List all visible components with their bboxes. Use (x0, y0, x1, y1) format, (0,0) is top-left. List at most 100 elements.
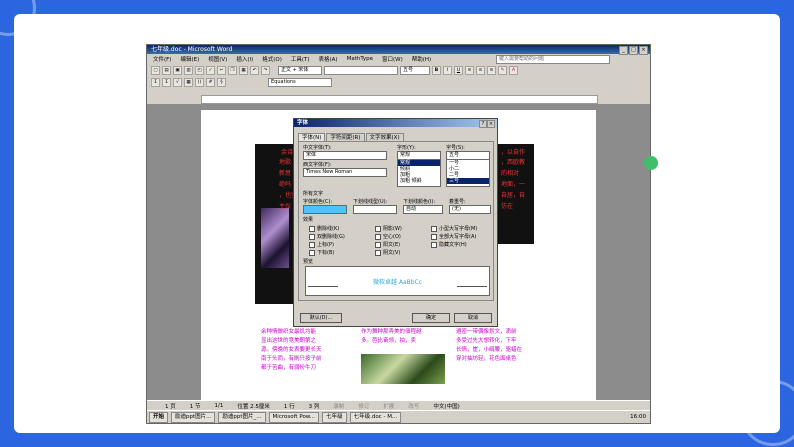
style-label: 字形(Y): (397, 145, 416, 151)
status-page: 1 页 (165, 404, 176, 410)
doc-red-text: 绝吗 (279, 181, 292, 188)
status-line: 1 行 (283, 404, 295, 410)
cn-font-select[interactable]: 宋体 (303, 151, 387, 160)
preview-baseline (308, 286, 338, 287)
taskbar: 开始 励迪ppt图片... 励迪ppt图片_... Microsoft Pow.… (147, 410, 650, 423)
doc-red-text: 余诗 (281, 149, 294, 156)
redo-icon[interactable]: ↷ (261, 66, 270, 75)
size-list[interactable]: 一号 小二 二号 三号 (446, 159, 490, 187)
sum-icon[interactable]: Σ (151, 78, 160, 87)
dialog-close-icon[interactable]: × (487, 120, 495, 128)
doc-red-text: 地面，一 (501, 181, 526, 188)
font-dialog: 字体 ? × 字体(N) 字符间距(R) 文字效果(X) 中文字体(T): 宋体… (293, 118, 498, 327)
highlight-icon[interactable]: ✎ (498, 66, 507, 75)
print-icon[interactable]: ▥ (184, 66, 193, 75)
size-option[interactable]: 三号 (447, 178, 489, 184)
outline-checkbox[interactable]: 空心(O) (375, 233, 401, 240)
preview-baseline (457, 286, 487, 287)
align-right-icon[interactable]: ≡ (487, 66, 496, 75)
menu-file[interactable]: 文件(F) (153, 55, 171, 63)
open-icon[interactable]: ▤ (162, 66, 171, 75)
sum2-icon[interactable]: Σ (162, 78, 171, 87)
ruler[interactable] (201, 95, 598, 104)
copy-icon[interactable]: ❐ (228, 66, 237, 75)
underline-color-select[interactable]: 自动 (403, 205, 443, 214)
spell-icon[interactable]: ✓ (206, 66, 215, 75)
clock: 16:00 (630, 414, 646, 420)
status-flag: 改写 (408, 404, 420, 410)
emboss-checkbox[interactable]: 阳文(E) (375, 241, 400, 248)
taskbar-item[interactable]: 七年级.doc - M... (349, 411, 402, 423)
taskbar-item[interactable]: Microsoft Pow... (268, 411, 320, 423)
preview-box: 微软卓越 AaBbCc (305, 266, 490, 296)
preview-text: 微软卓越 AaBbCc (372, 279, 423, 286)
menu-table[interactable]: 表格(A) (319, 55, 338, 63)
status-pos: 1/1 (214, 403, 224, 409)
default-button[interactable]: 默认(D)... (300, 313, 342, 323)
cn-font-label: 中文字体(T): (303, 145, 332, 151)
taskbar-item[interactable]: 七年级 (322, 411, 347, 423)
menu-tools[interactable]: 工具(T) (291, 55, 310, 63)
all-caps-checkbox[interactable]: 全部大写字母(A) (431, 233, 476, 240)
menu-insert[interactable]: 插入(I) (236, 55, 253, 63)
small-caps-checkbox[interactable]: 小型大写字母(M) (431, 225, 477, 232)
doc-red-text: 的相对 (501, 170, 520, 177)
eq-num-icon[interactable]: # (206, 78, 215, 87)
menu-help[interactable]: 帮助(H) (412, 55, 431, 63)
size-combo[interactable]: 五号 (400, 66, 430, 75)
equation-combo[interactable]: Equations (268, 78, 332, 87)
strikethrough-checkbox[interactable]: 删除线(K) (309, 225, 339, 232)
menu-mathtype[interactable]: MathType (347, 56, 373, 62)
menu-window[interactable]: 窗口(W) (382, 55, 403, 63)
menu-view[interactable]: 视图(V) (208, 55, 227, 63)
menu-format[interactable]: 格式(O) (262, 55, 282, 63)
engrave-checkbox[interactable]: 阴文(V) (375, 249, 400, 256)
underline-select[interactable] (353, 205, 397, 214)
align-left-icon[interactable]: ≡ (465, 66, 474, 75)
image-flowers (361, 354, 445, 384)
style-combo[interactable]: 正文 + 宋体 (278, 66, 322, 75)
taskbar-item[interactable]: 励迪ppt图片... (171, 411, 216, 423)
bold-button[interactable]: B (432, 66, 441, 75)
ok-button[interactable]: 确定 (412, 313, 450, 323)
underline-button[interactable]: U (454, 66, 463, 75)
status-col: 3 列 (308, 404, 320, 410)
standard-toolbar: ▢ ▤ ▣ ▥ ◰ ✓ ✂ ❐ ▦ ↶ ↷ 正文 + 宋体 五号 B I U ≡… (147, 65, 650, 76)
font-color-select[interactable] (303, 205, 347, 214)
bracket-icon[interactable]: () (195, 78, 204, 87)
format-icon[interactable]: § (217, 78, 226, 87)
west-font-select[interactable]: Times New Roman (303, 168, 387, 177)
help-search-input[interactable]: 键入需要帮助的问题 (496, 55, 610, 64)
all-text-label: 所有文字 (303, 191, 324, 197)
font-panel: 中文字体(T): 宋体 西文字体(F): Times New Roman 字形(… (298, 141, 494, 301)
italic-button[interactable]: I (443, 66, 452, 75)
superscript-checkbox[interactable]: 上标(P) (309, 241, 334, 248)
paste-icon[interactable]: ▦ (239, 66, 248, 75)
taskbar-item[interactable]: 励迪ppt图片_... (218, 411, 266, 423)
start-button[interactable]: 开始 (149, 411, 169, 423)
window-title: 七年级.doc - Microsoft Word (151, 46, 233, 53)
save-icon[interactable]: ▣ (173, 66, 182, 75)
font-color-icon[interactable]: A (509, 66, 518, 75)
cut-icon[interactable]: ✂ (217, 66, 226, 75)
status-flag: 扩展 (383, 404, 395, 410)
font-combo[interactable] (324, 66, 398, 75)
matrix-icon[interactable]: ▦ (184, 78, 193, 87)
underline-color-label: 下划线颜色(I): (403, 199, 436, 205)
new-icon[interactable]: ▢ (151, 66, 160, 75)
help-icon[interactable]: ? (479, 120, 487, 128)
hidden-checkbox[interactable]: 隐藏文字(H) (431, 241, 467, 248)
preview-icon[interactable]: ◰ (195, 66, 204, 75)
emphasis-select[interactable]: (无) (449, 205, 491, 214)
doc-red-text: 自居，自 (501, 192, 526, 199)
equation-icon[interactable]: √ (173, 78, 182, 87)
shadow-checkbox[interactable]: 阴影(W) (375, 225, 402, 232)
style-option[interactable]: 加粗 倾斜 (398, 178, 440, 184)
align-center-icon[interactable]: ≡ (476, 66, 485, 75)
double-strike-checkbox[interactable]: 双删除线(G) (309, 233, 345, 240)
undo-icon[interactable]: ↶ (250, 66, 259, 75)
cancel-button[interactable]: 取消 (454, 313, 492, 323)
style-list[interactable]: 常规 倾斜 加粗 加粗 倾斜 (397, 159, 441, 187)
subscript-checkbox[interactable]: 下标(B) (309, 249, 334, 256)
menu-edit[interactable]: 编辑(E) (180, 55, 199, 63)
